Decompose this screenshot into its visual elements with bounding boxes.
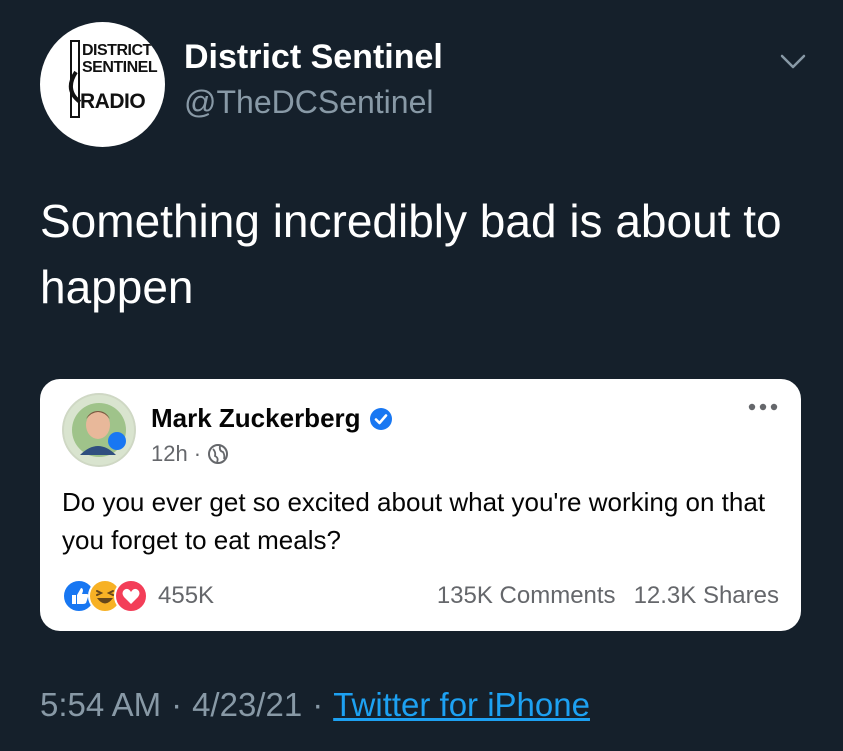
verified-badge-icon (369, 407, 392, 430)
avatar-logo-radio: RADIO (80, 90, 146, 113)
avatar-logo-text: DISTRICT SENTINEL (82, 42, 158, 76)
author-avatar[interactable]: DISTRICT SENTINEL RADIO (40, 22, 165, 147)
embedded-post-text: Do you ever get so excited about what yo… (62, 487, 766, 555)
embedded-post-card: Mark Zuckerberg 12h · Do you ever get so… (40, 379, 801, 631)
reaction-icons (62, 579, 150, 613)
tweet-text: Something incredibly bad is about to hap… (40, 195, 782, 313)
tweet-date[interactable]: 4/23/21 (192, 686, 302, 724)
love-icon (114, 579, 148, 613)
tweet-source-link[interactable]: Twitter for iPhone (333, 686, 590, 724)
footer-separator: · (312, 686, 324, 723)
microphone-icon (68, 40, 82, 118)
chevron-down-icon[interactable] (778, 50, 808, 72)
more-options-icon[interactable] (745, 397, 781, 417)
reactions-summary[interactable]: 455K (62, 579, 214, 613)
embedded-post-header: Mark Zuckerberg (151, 403, 393, 434)
meta-separator: · (193, 441, 202, 466)
author-display-name[interactable]: District Sentinel (184, 38, 443, 77)
embedded-post-meta: 12h · (151, 441, 229, 467)
globe-icon (208, 444, 229, 464)
embedded-post-time[interactable]: 12h (151, 441, 188, 467)
embedded-post-avatar[interactable] (62, 393, 136, 467)
reaction-count: 455K (158, 582, 215, 609)
embedded-post-author-name[interactable]: Mark Zuckerberg (151, 403, 361, 434)
shares-count[interactable]: 12.3K Shares (634, 582, 779, 610)
comments-count[interactable]: 135K Comments (437, 582, 616, 610)
footer-separator: · (171, 686, 183, 723)
tweet-time[interactable]: 5:54 AM (40, 686, 161, 724)
engagement-stats: 135K Comments 12.3K Shares (437, 582, 779, 610)
tweet-footer: 5:54 AM · 4/23/21 · Twitter for iPhone (40, 686, 590, 724)
author-handle[interactable]: @TheDCSentinel (184, 84, 433, 121)
profile-photo-icon (62, 393, 136, 467)
